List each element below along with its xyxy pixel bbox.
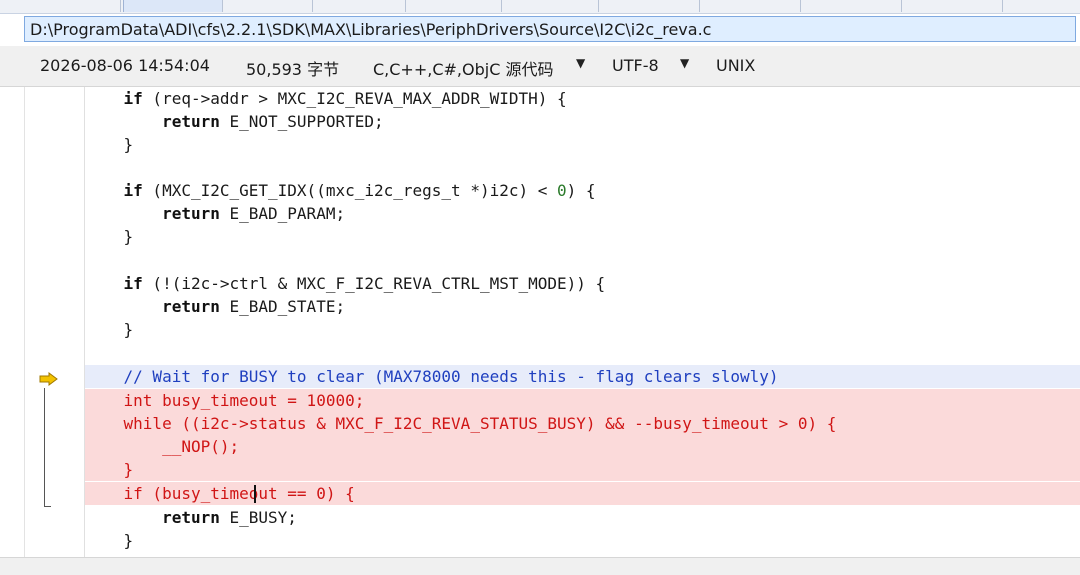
file-info-bar: 2026-08-06 14:54:04 50,593 字节 C,C++,C#,O… [0, 46, 1080, 87]
file-size: 50,593 字节 [246, 60, 340, 79]
code-line: } [123, 135, 134, 154]
toolbar-tab[interactable] [20, 0, 121, 12]
code-line: } [123, 531, 134, 550]
code-line-diff: if (busy_timeout == 0) { [85, 482, 1080, 505]
file-path-text: D:\ProgramData\ADI\cfs\2.2.1\SDK\MAX\Lib… [30, 20, 712, 39]
current-line-arrow-icon [39, 372, 58, 386]
code-line-diff: int busy_timeout = 10000; [85, 389, 1080, 412]
code-line-diff: while ((i2c->status & MXC_F_I2C_REVA_STA… [85, 412, 1080, 435]
gutter-divider [24, 87, 25, 557]
top-toolbar-strip [0, 0, 1080, 14]
toolbar-tab[interactable] [902, 0, 1003, 12]
diff-block-bracket [44, 388, 51, 507]
toolbar-tab[interactable] [502, 0, 599, 12]
code-line: return E_NOT_SUPPORTED; [162, 112, 384, 131]
code-editor[interactable]: if (req->addr > MXC_I2C_REVA_MAX_ADDR_WI… [85, 87, 1080, 557]
code-line-diff: } [85, 458, 1080, 481]
toolbar-tab[interactable] [599, 0, 700, 12]
toolbar-tab-active[interactable] [123, 0, 223, 12]
language-selector[interactable]: C,C++,C#,ObjC 源代码 [373, 56, 553, 80]
code-line: if (req->addr > MXC_I2C_REVA_MAX_ADDR_WI… [123, 89, 567, 108]
code-line: } [123, 227, 134, 246]
chevron-down-icon[interactable]: ▼ [680, 56, 689, 70]
encoding-selector[interactable]: UTF-8 [612, 56, 659, 75]
code-line-diff: __NOP(); [85, 435, 1080, 458]
toolbar-tab[interactable] [313, 0, 406, 12]
chevron-down-icon[interactable]: ▼ [576, 56, 585, 70]
toolbar-tab[interactable] [700, 0, 801, 12]
file-path-bar[interactable]: D:\ProgramData\ADI\cfs\2.2.1\SDK\MAX\Lib… [24, 16, 1076, 42]
code-line: return E_BAD_PARAM; [162, 204, 346, 223]
bottom-strip [0, 557, 1080, 575]
code-line: return E_BUSY; [162, 508, 297, 527]
toolbar-tab[interactable] [801, 0, 902, 12]
code-line: if (!(i2c->ctrl & MXC_F_I2C_REVA_CTRL_MS… [123, 274, 606, 293]
file-datetime: 2026-08-06 14:54:04 [40, 56, 210, 75]
toolbar-tab[interactable] [222, 0, 313, 12]
line-ending-label: UNIX [716, 56, 756, 75]
code-line: return E_BAD_STATE; [162, 297, 346, 316]
code-line: if (MXC_I2C_GET_IDX((mxc_i2c_regs_t *)i2… [123, 181, 596, 200]
code-line: } [123, 320, 134, 339]
text-cursor [254, 485, 256, 503]
editor-gutter [0, 87, 85, 557]
code-line-current: // Wait for BUSY to clear (MAX78000 need… [85, 365, 1080, 388]
toolbar-tab[interactable] [406, 0, 502, 12]
